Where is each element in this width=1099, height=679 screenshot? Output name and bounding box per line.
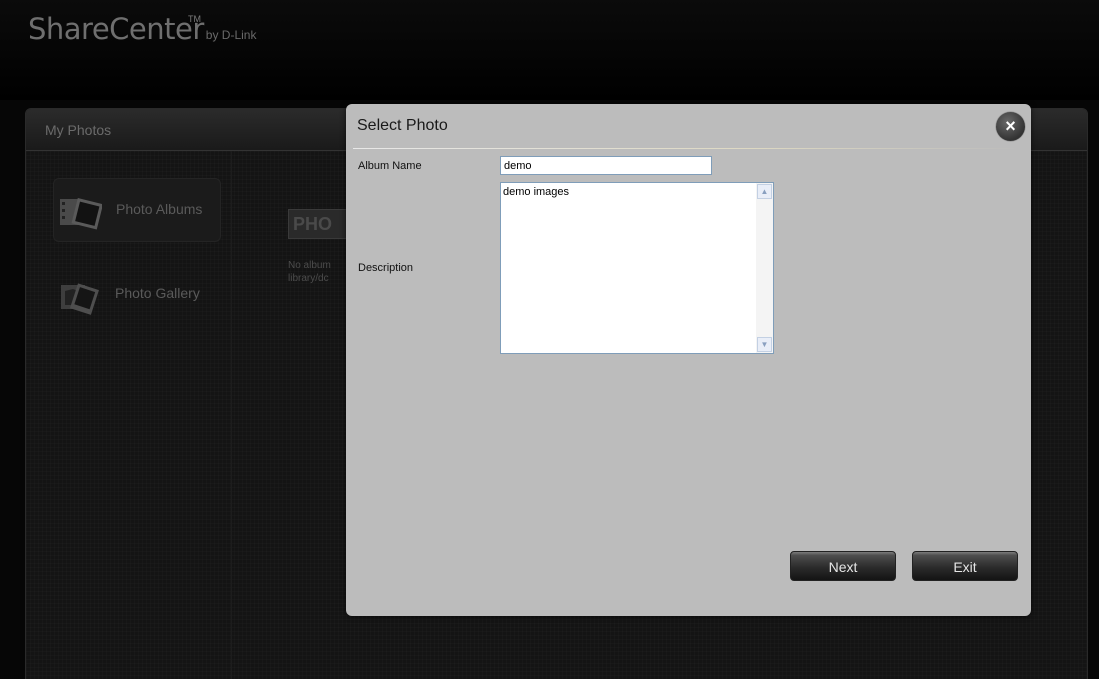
nav-item-photo-albums[interactable]: Photo Albums — [53, 178, 221, 242]
sharecenter-logo: ShareCenter by D-Link TM — [28, 12, 256, 46]
content-note: No album library/dc — [288, 260, 331, 284]
title-divider — [353, 148, 1021, 149]
album-name-label: Album Name — [358, 160, 422, 172]
nav-label-photo-gallery: Photo Gallery — [115, 285, 200, 301]
description-field: demo images ▲ ▼ — [500, 182, 774, 354]
panel-title: My Photos — [45, 122, 112, 138]
scroll-down-icon[interactable]: ▼ — [757, 337, 772, 352]
app-header: ShareCenter by D-Link TM — [0, 0, 1099, 100]
logo-main-text: ShareCenter — [28, 12, 204, 46]
logo-trademark: TM — [188, 14, 201, 24]
photo-albums-icon — [60, 198, 102, 230]
photo-nav: Photo Albums Photo Gallery — [26, 151, 232, 679]
close-button[interactable]: × — [996, 112, 1025, 141]
dialog-title: Select Photo — [357, 117, 448, 134]
select-photo-dialog: Select Photo × Album Name Description de… — [346, 104, 1031, 616]
content-heading: PHO — [288, 209, 354, 239]
description-scrollbar[interactable]: ▲ ▼ — [756, 183, 773, 353]
app-root: ShareCenter by D-Link TM My Photos Photo… — [0, 0, 1099, 679]
logo-by-text: by D-Link — [205, 28, 257, 42]
nav-label-photo-albums: Photo Albums — [116, 201, 203, 217]
nav-item-photo-gallery[interactable]: Photo Gallery — [53, 263, 219, 325]
next-button[interactable]: Next — [790, 551, 896, 581]
description-textarea[interactable]: demo images — [501, 183, 756, 353]
description-label: Description — [358, 262, 414, 274]
photo-gallery-icon — [61, 283, 99, 315]
exit-button[interactable]: Exit — [912, 551, 1018, 581]
scroll-up-icon[interactable]: ▲ — [757, 184, 772, 199]
album-name-input[interactable] — [500, 156, 712, 175]
